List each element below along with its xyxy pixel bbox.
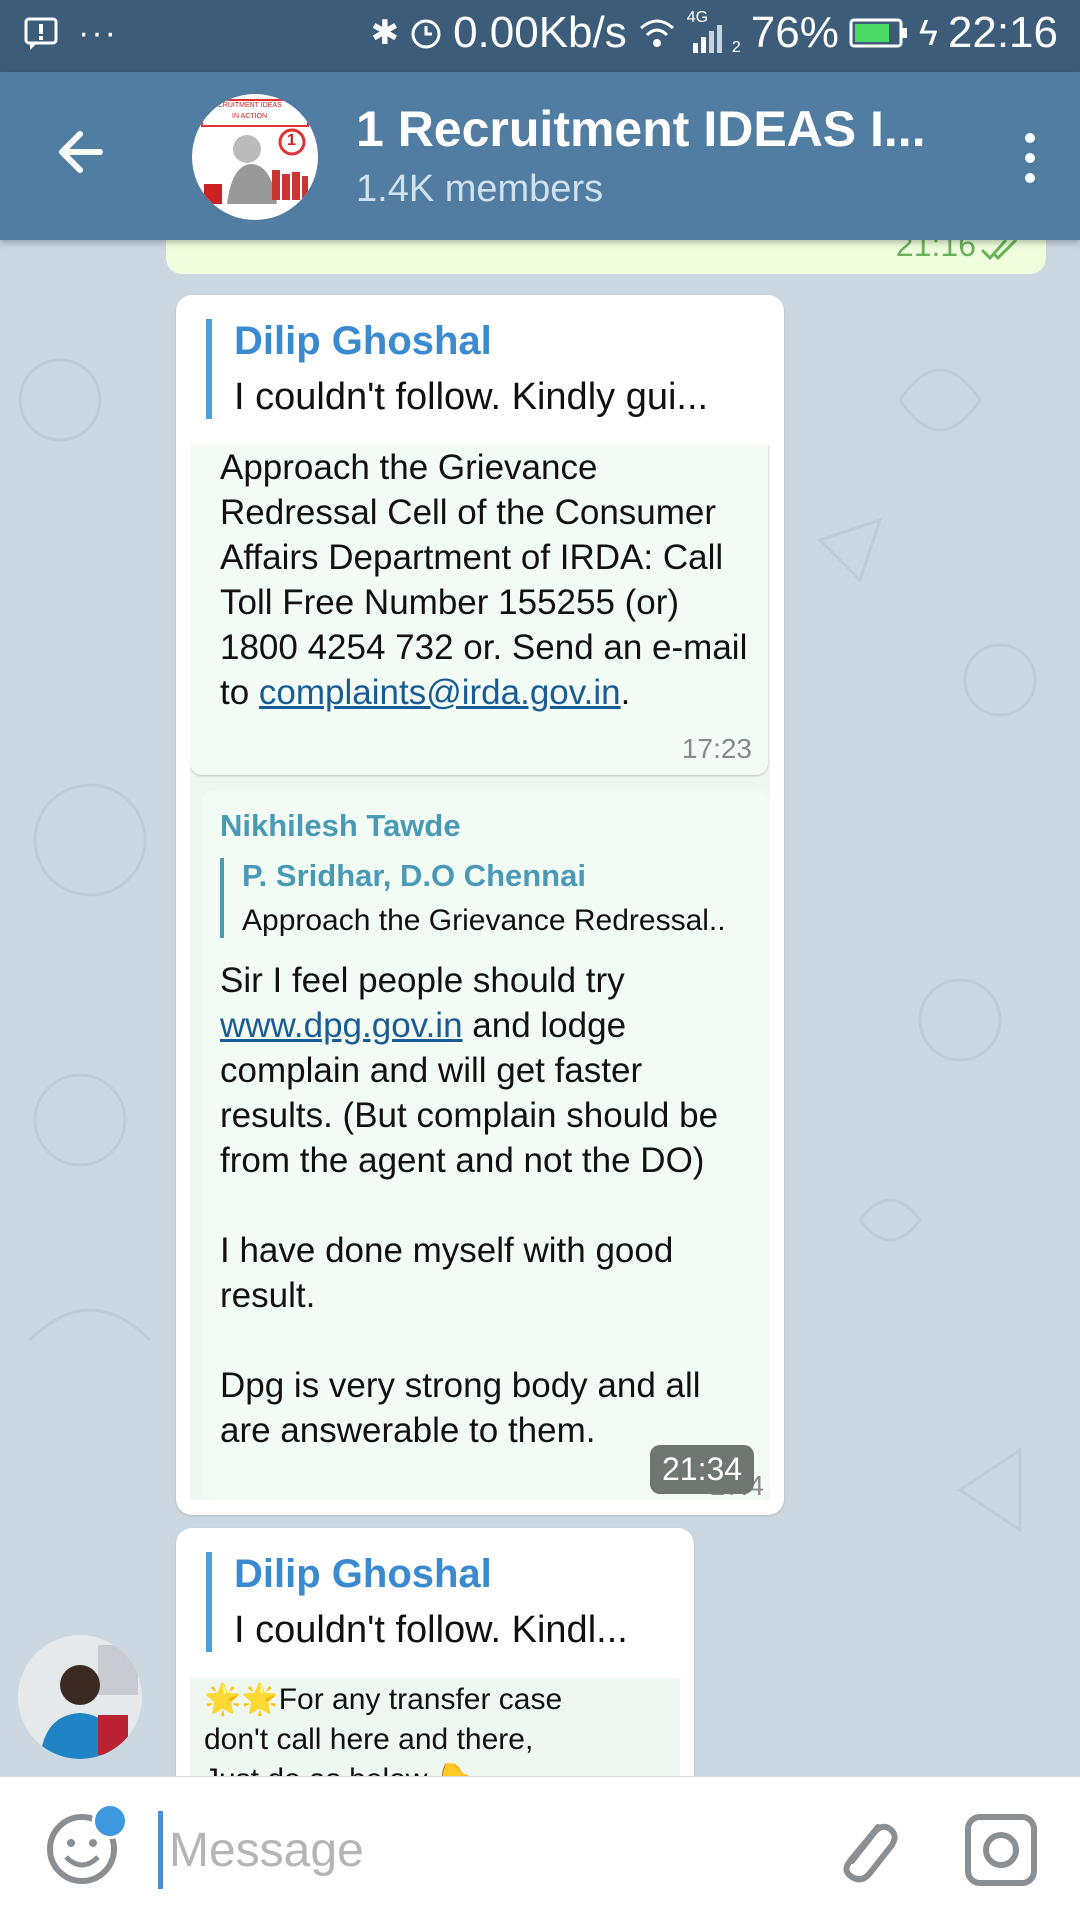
status-bar: ··· ✱ 0.00Kb/s 4G 2 76% ϟ 22:16: [0, 0, 1080, 72]
website-link[interactable]: www.dpg.gov.in: [220, 1006, 463, 1045]
body-paragraph-2: I have done myself with good result.: [220, 1231, 674, 1315]
screenshot-text: 🌟🌟For any transfer case don't call here …: [204, 1680, 624, 1776]
more-options-icon[interactable]: [1018, 128, 1042, 188]
email-link[interactable]: complaints@irda.gov.in: [259, 673, 621, 712]
sim-label: 2: [731, 39, 741, 56]
clock: 22:16: [947, 8, 1058, 57]
body-text: Sir I feel people should try: [220, 961, 625, 1000]
reply-text: I couldn't follow. Kindly gui...: [234, 376, 709, 418]
new-stickers-dot: [92, 1803, 128, 1839]
message-input-bar: [0, 1776, 1080, 1921]
sender-avatar[interactable]: [18, 1635, 142, 1759]
chat-area[interactable]: 21:16 Dilip Ghoshal I couldn't follow. K…: [0, 240, 1080, 1776]
notification-icon: [24, 17, 58, 50]
message-time: 21:16: [895, 240, 976, 263]
nested-reply-text: Approach the Grievance Redressal..: [242, 904, 726, 937]
avatar-text-top: RECRUITMENT IDEAS: [208, 102, 282, 109]
attach-icon[interactable]: [826, 1809, 906, 1889]
network-speed: 0.00Kb/s: [453, 8, 627, 57]
back-arrow-icon[interactable]: [52, 122, 112, 182]
reply-quote[interactable]: Dilip Ghoshal I couldn't follow. Kindly …: [206, 319, 708, 419]
forwarded-card: Nikhilesh Tawde P. Sridhar, D.O Chennai …: [202, 790, 770, 1500]
battery-percent: 76%: [750, 8, 839, 57]
alarm-icon: [411, 19, 441, 49]
member-count: 1.4K members: [356, 168, 604, 210]
nested-reply: P. Sridhar, D.O Chennai Approach the Gri…: [220, 858, 726, 938]
screenshot-paragraph: Approach the Grievance Redressal Cell of…: [220, 445, 760, 715]
chat-header: RECRUITMENT IDEAS IN ACTION 1 1 Recruitm…: [0, 72, 1080, 240]
screenshot-line-cut: Just do as below 👇: [204, 1760, 624, 1776]
more-notifications-icon: ···: [78, 14, 118, 52]
reply-author: Dilip Ghoshal: [234, 319, 492, 363]
screenshot-time: 17:23: [681, 733, 752, 764]
paragraph-end: .: [620, 673, 631, 712]
bluetooth-icon: ✱: [370, 14, 400, 52]
chat-title[interactable]: 1 Recruitment IDEAS I...: [356, 100, 936, 158]
wifi-icon: [639, 19, 674, 47]
charging-icon: ϟ: [918, 12, 938, 53]
forward-body: Sir I feel people should try www.dpg.gov…: [220, 958, 760, 1453]
sender-avatar-image: [18, 1635, 142, 1759]
signal-icon: 4G 2: [687, 9, 741, 56]
incoming-message[interactable]: Dilip Ghoshal I couldn't follow. Kindl..…: [176, 1528, 694, 1776]
avatar-text-bottom: IN ACTION: [232, 113, 268, 120]
reply-text: I couldn't follow. Kindl...: [234, 1609, 628, 1651]
battery-icon: [849, 18, 907, 48]
forward-sender: Nikhilesh Tawde: [220, 808, 461, 843]
incoming-message[interactable]: Dilip Ghoshal I couldn't follow. Kindly …: [176, 295, 784, 1515]
screenshot-image[interactable]: 🌟🌟For any transfer case don't call here …: [190, 1678, 680, 1776]
group-avatar[interactable]: RECRUITMENT IDEAS IN ACTION 1: [192, 94, 318, 220]
screenshot-card-top: Approach the Grievance Redressal Cell of…: [190, 445, 768, 775]
camera-icon[interactable]: [964, 1813, 1038, 1887]
reply-author: Dilip Ghoshal: [234, 1552, 492, 1596]
read-checkmarks-icon: [980, 240, 1018, 261]
body-paragraph-3: Dpg is very strong body and all are answ…: [220, 1366, 701, 1450]
screenshot-image[interactable]: Approach the Grievance Redressal Cell of…: [190, 445, 770, 1500]
message-input[interactable]: [158, 1811, 791, 1889]
reply-quote[interactable]: Dilip Ghoshal I couldn't follow. Kindl..…: [206, 1552, 628, 1652]
avatar-badge: 1: [287, 132, 296, 149]
nested-reply-author: P. Sridhar, D.O Chennai: [242, 858, 586, 893]
message-time-badge: 21:34: [650, 1445, 755, 1494]
outgoing-message[interactable]: 21:16: [166, 240, 1046, 274]
screenshot-line: 🌟🌟For any transfer case don't call here …: [204, 1683, 563, 1756]
